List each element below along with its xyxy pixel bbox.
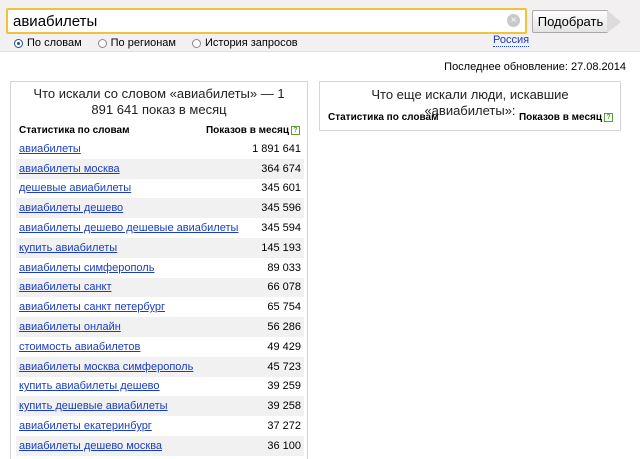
mode-by-regions[interactable]: По регионам — [97, 37, 176, 49]
query-count: 36 100 — [267, 439, 301, 452]
region-link[interactable]: Россия — [493, 34, 530, 47]
query-link[interactable]: авиабилеты дешево дешевые авиабилеты — [19, 222, 238, 234]
query-count: 66 078 — [267, 281, 301, 294]
radio-icon[interactable] — [192, 38, 201, 48]
query-link[interactable]: авиабилеты дешево — [19, 202, 123, 214]
column-header-words: Статистика по словам — [328, 112, 439, 123]
mode-by-words[interactable]: По словам — [14, 37, 82, 49]
table-row: дешевые авиабилеты 345 601 — [16, 179, 304, 199]
query-link[interactable]: авиабилеты санкт петербург — [19, 301, 165, 313]
query-link[interactable]: авиабилеты онлайн — [19, 321, 121, 333]
query-link[interactable]: авиабилеты симферополь — [19, 262, 154, 274]
search-field[interactable]: × — [6, 8, 527, 34]
table-row: авиабилеты онлайн 56 286 — [16, 317, 304, 337]
table-row: авиабилеты дешево москва 36 100 — [16, 435, 304, 456]
table-row: авиабилеты санкт петербург 65 754 — [16, 297, 304, 317]
table-row: авиабилеты санкт 66 078 — [16, 277, 304, 298]
column-header-words: Статистика по словам — [19, 125, 130, 136]
query-table: авиабилеты 1 891 641 авиабилеты москва 364 … — [16, 139, 304, 459]
related-queries-panel: Что искали со словом «авиабилеты» — 1 89… — [10, 81, 308, 459]
search-mode-group: По словам По регионам История запросов — [14, 36, 314, 50]
table-row: стоимость авиабилетов 49 429 — [16, 337, 304, 357]
mode-label: По регионам — [110, 37, 176, 49]
column-header-shows-label: Показов в месяц — [205, 125, 289, 136]
query-link[interactable]: авиабилеты екатеринбург — [19, 420, 152, 432]
query-count: 65 754 — [267, 301, 301, 314]
query-link[interactable]: авиабилеты москва — [19, 163, 120, 175]
radio-icon[interactable] — [97, 38, 107, 48]
mode-history[interactable]: История запросов — [192, 37, 298, 49]
query-count: 345 596 — [261, 202, 301, 215]
table-row: авиабилеты екатеринбург 37 272 — [16, 416, 304, 436]
query-link[interactable]: дешевые авиабилеты — [19, 182, 131, 194]
table-row: купить авиабилеты 145 193 — [16, 237, 304, 258]
query-link[interactable]: купить авиабилеты — [19, 242, 117, 254]
last-updated-text: Последнее обновление: 27.08.2014 — [444, 61, 626, 73]
also-searched-panel: Что еще искали люди, искавшие «авиабилет… — [319, 81, 621, 131]
column-header-shows: Показов в месяц ? — [519, 112, 613, 123]
column-header-shows-label: Показов в месяц — [518, 112, 602, 123]
search-button[interactable]: Подобрать — [532, 10, 608, 33]
table-row: купить авиабилеты дешево 39 259 — [16, 377, 304, 397]
radio-selected-icon[interactable] — [14, 38, 23, 48]
query-link[interactable]: авиабилеты москва симферополь — [19, 361, 193, 373]
help-icon[interactable]: ? — [291, 126, 300, 135]
query-count: 89 033 — [267, 261, 301, 274]
query-link[interactable]: купить дешевые авиабилеты — [19, 400, 168, 412]
query-count: 37 272 — [267, 420, 301, 433]
query-count: 39 258 — [267, 400, 301, 413]
query-link[interactable]: купить авиабилеты дешево — [19, 380, 160, 392]
table-row: авиабилеты 1 891 641 — [16, 139, 304, 159]
mode-label: По словам — [27, 37, 82, 49]
panel-title: Что искали со словом «авиабилеты» — 1 89… — [33, 86, 285, 117]
query-count: 145 193 — [261, 241, 301, 254]
query-link[interactable]: авиабилеты дешево москва — [19, 440, 162, 452]
query-link[interactable]: стоимость авиабилетов — [19, 341, 140, 353]
query-count: 39 259 — [267, 380, 301, 393]
table-row: авиабилеты москва симферополь 45 723 — [16, 356, 304, 377]
query-count: 345 594 — [261, 222, 301, 235]
query-count: 49 429 — [267, 340, 301, 353]
search-input[interactable] — [8, 10, 503, 32]
table-row: авиабилеты симферополь 89 033 — [16, 258, 304, 278]
clear-icon[interactable]: × — [507, 14, 520, 27]
table-row: авиабилеты москва 364 674 — [16, 158, 304, 179]
query-link[interactable]: авиабилеты санкт — [19, 281, 112, 293]
query-count: 364 674 — [261, 162, 301, 175]
query-count: 345 601 — [261, 182, 301, 195]
help-icon[interactable]: ? — [604, 113, 613, 122]
table-row: авиабилеты дешево дешевые авиабилеты 345 … — [16, 218, 304, 238]
query-link[interactable]: авиабилеты — [19, 143, 81, 155]
column-header-shows: Показов в месяц ? — [206, 125, 300, 136]
query-count: 45 723 — [267, 360, 301, 373]
search-button-arrow-icon[interactable] — [607, 10, 621, 33]
query-count: 1 891 641 — [252, 142, 301, 155]
mode-label: История запросов — [205, 37, 298, 49]
table-row: авиабилеты дешево 345 596 — [16, 198, 304, 219]
query-count: 56 286 — [267, 321, 301, 334]
table-row: купить дешевые авиабилеты 39 258 — [16, 396, 304, 417]
